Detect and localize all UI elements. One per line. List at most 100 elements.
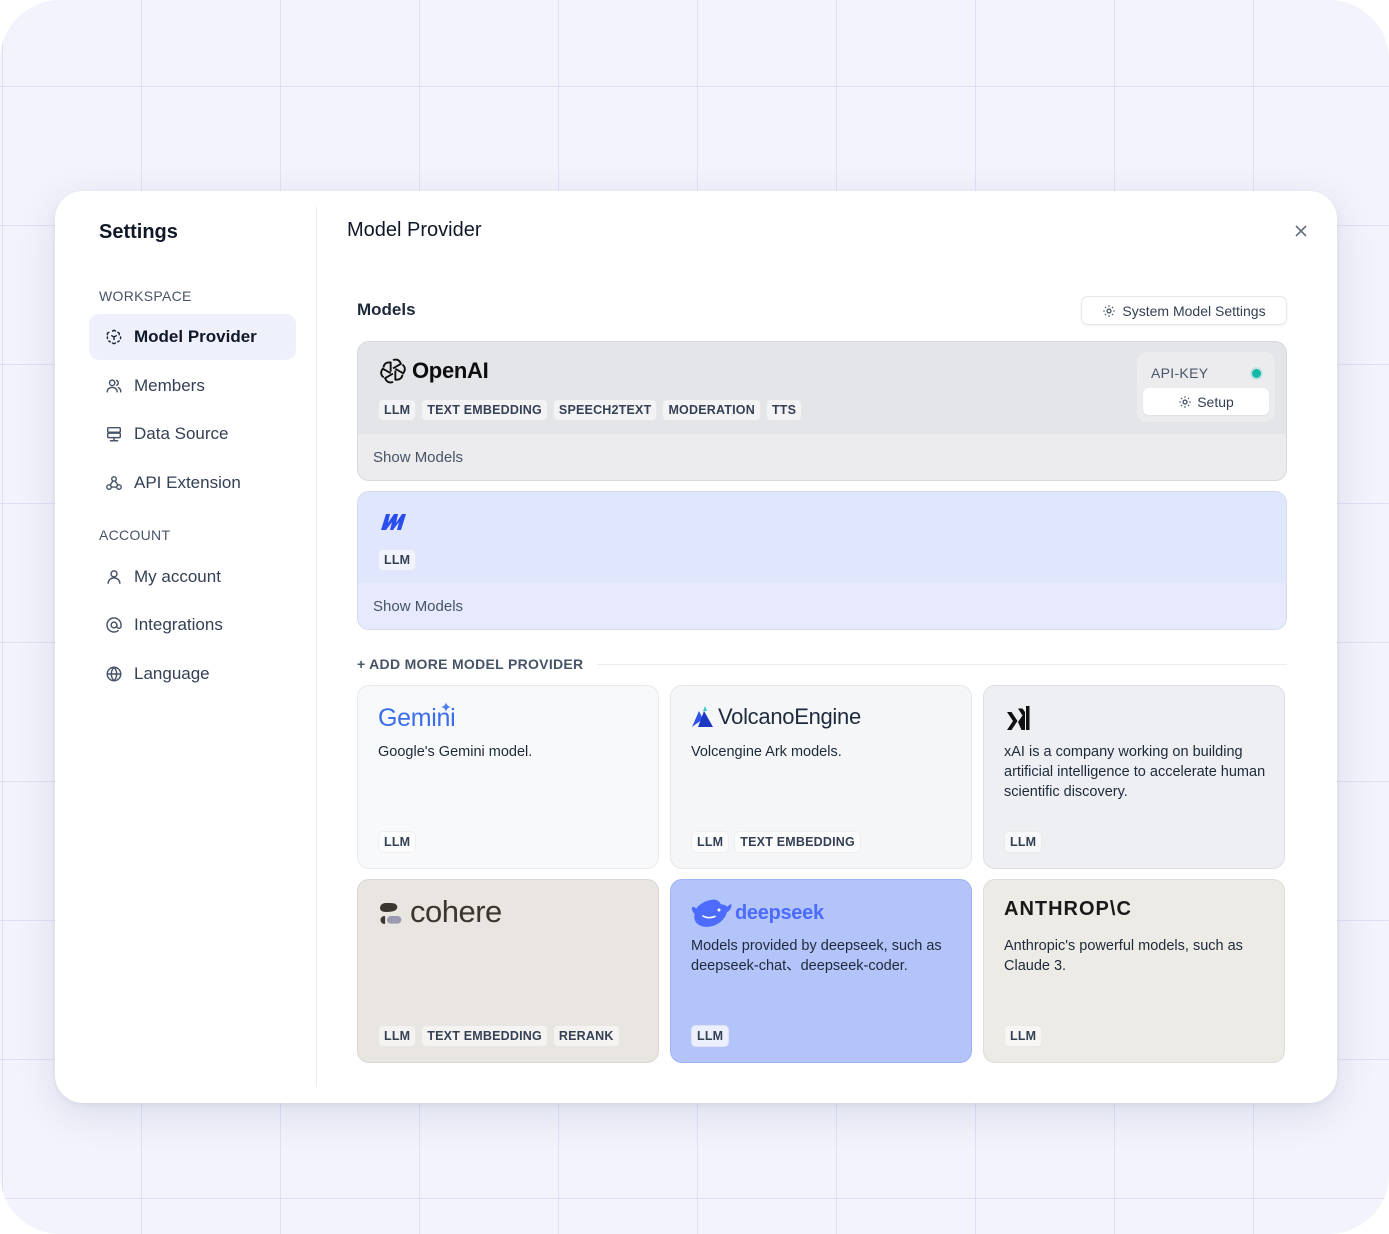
provider-description: Models provided by deepseek, such as dee… [691,938,942,974]
provider-card-gemini[interactable]: Gemini Google's Gemini model. LLM [357,685,659,869]
sidebar-item-language[interactable]: Language [89,651,296,697]
provider-description: Volcengine Ark models. [691,744,842,760]
provider-description: Anthropic's powerful models, such as Cla… [1004,938,1243,974]
tag-text-embedding: TEXT EMBEDDING [421,399,548,421]
provider-name: cohere [410,894,502,929]
page-title: Model Provider [347,219,482,241]
tag-llm: LLM [691,831,730,853]
deepseek-logo: deepseek [691,898,824,928]
show-models-button[interactable]: Show Models [358,434,1286,480]
tag-llm: LLM [378,1025,417,1047]
tag-llm: LLM [691,1025,730,1047]
provider-card-header: OpenAI LLM TEXT EMBEDDING SPEECH2TEXT MO… [358,342,1286,436]
tag-tts: TTS [765,399,803,421]
capability-tags: LLM [378,549,417,571]
sidebar-item-label: Integrations [134,615,223,634]
add-more-provider-button[interactable]: + ADD MORE MODEL PROVIDER [357,656,583,672]
capability-tags: LLM [691,1025,730,1047]
globe-icon [104,664,124,684]
models-section-label: Models [357,300,416,319]
gemini-logo: Gemini [378,701,456,733]
provider-card-openai: OpenAI LLM TEXT EMBEDDING SPEECH2TEXT MO… [357,341,1287,481]
cohere-logo: cohere [378,894,502,930]
tag-rerank: RERANK [552,1025,620,1047]
anthropic-logo: ANTHROP\C [1004,898,1132,921]
setup-button[interactable]: Setup [1143,388,1269,415]
sidebar-item-label: Data Source [134,424,229,443]
users-icon [104,376,124,396]
sidebar-item-integrations[interactable]: Integrations [89,602,296,648]
gear-icon [1179,395,1191,408]
sidebar-item-data-source[interactable]: Data Source [89,411,296,457]
capability-tags: LLM [1004,1025,1043,1047]
moonshot-logo-icon [380,512,408,537]
provider-card-cohere[interactable]: cohere LLM TEXT EMBEDDING RERANK [357,879,659,1063]
provider-name: deepseek [735,901,824,924]
tag-llm: LLM [1004,1025,1043,1047]
webhook-icon [104,473,124,493]
workspace-group-label: WORKSPACE [99,288,192,304]
sparkle-icon [441,701,452,712]
tag-moderation: MODERATION [662,399,761,421]
page-backdrop: Settings WORKSPACE Model Provider Member… [0,0,1389,1234]
sidebar-item-label: Model Provider [134,327,257,346]
settings-sidebar: Settings WORKSPACE Model Provider Member… [55,207,317,1087]
sidebar-item-api-extension[interactable]: API Extension [89,460,296,506]
whale-icon [691,899,732,927]
tag-llm: LLM [378,399,417,421]
capability-tags: LLM TEXT EMBEDDING [691,831,861,853]
api-key-panel: API-KEY Setup [1137,352,1275,422]
openai-icon [380,358,406,384]
sidebar-title: Settings [99,221,178,243]
close-button[interactable] [1289,219,1313,243]
tag-speech2text: SPEECH2TEXT [552,399,658,421]
settings-dialog: Settings WORKSPACE Model Provider Member… [55,191,1337,1103]
sidebar-item-label: Language [134,664,210,683]
system-model-settings-button[interactable]: System Model Settings [1081,296,1287,325]
tag-llm: LLM [1004,831,1043,853]
gear-icon [1103,304,1116,317]
sidebar-item-label: API Extension [134,473,241,492]
status-indicator [1252,368,1261,378]
provider-name: VolcanoEngine [718,704,861,729]
provider-card-xai[interactable]: xAI is a company working on building art… [983,685,1285,869]
divider-line [597,663,1287,665]
user-icon [104,567,124,587]
provider-card-deepseek[interactable]: deepseek Models provided by deepseek, su… [670,879,972,1063]
show-models-button[interactable]: Show Models [358,583,1286,629]
sidebar-item-my-account[interactable]: My account [89,554,296,600]
provider-name: OpenAI [412,358,489,383]
tag-text-embedding: TEXT EMBEDDING [421,1025,548,1047]
sidebar-item-members[interactable]: Members [89,363,296,409]
provider-description: xAI is a company working on building art… [1004,744,1266,800]
provider-card-moonshot: LLM Show Models [357,491,1287,630]
provider-card-header: LLM [358,492,1286,584]
at-sign-icon [104,615,124,635]
capability-tags: LLM [378,831,417,853]
sidebar-item-label: My account [134,567,221,586]
setup-label: Setup [1197,393,1234,410]
sidebar-item-label: Members [134,376,205,395]
tag-llm: LLM [378,831,417,853]
add-more-provider-divider: + ADD MORE MODEL PROVIDER [357,656,1287,672]
volcanoengine-logo: VolcanoEngine [691,704,861,730]
api-key-row: API-KEY [1143,358,1269,384]
capability-tags: LLM [1004,831,1043,853]
provider-card-volcanoengine[interactable]: VolcanoEngine Volcengine Ark models. LLM… [670,685,972,869]
database-icon [104,424,124,444]
sidebar-item-model-provider[interactable]: Model Provider [89,314,296,360]
api-key-label: API-KEY [1151,365,1209,381]
provider-name: ANTHROP\C [1004,898,1132,920]
account-group-label: ACCOUNT [99,527,171,543]
capability-tags: LLM TEXT EMBEDDING RERANK [378,1025,620,1047]
provider-card-anthropic[interactable]: ANTHROP\C Anthropic's powerful models, s… [983,879,1285,1063]
tag-llm: LLM [378,549,417,571]
cube-icon [104,327,124,347]
system-model-settings-label: System Model Settings [1122,302,1266,319]
cohere-logo-icon [380,903,402,924]
capability-tags: LLM TEXT EMBEDDING SPEECH2TEXT MODERATIO… [378,399,803,421]
xai-logo [1004,704,1032,732]
close-icon [1295,225,1307,237]
provider-description: Google's Gemini model. [378,744,533,760]
xai-logo-icon [1007,706,1030,730]
